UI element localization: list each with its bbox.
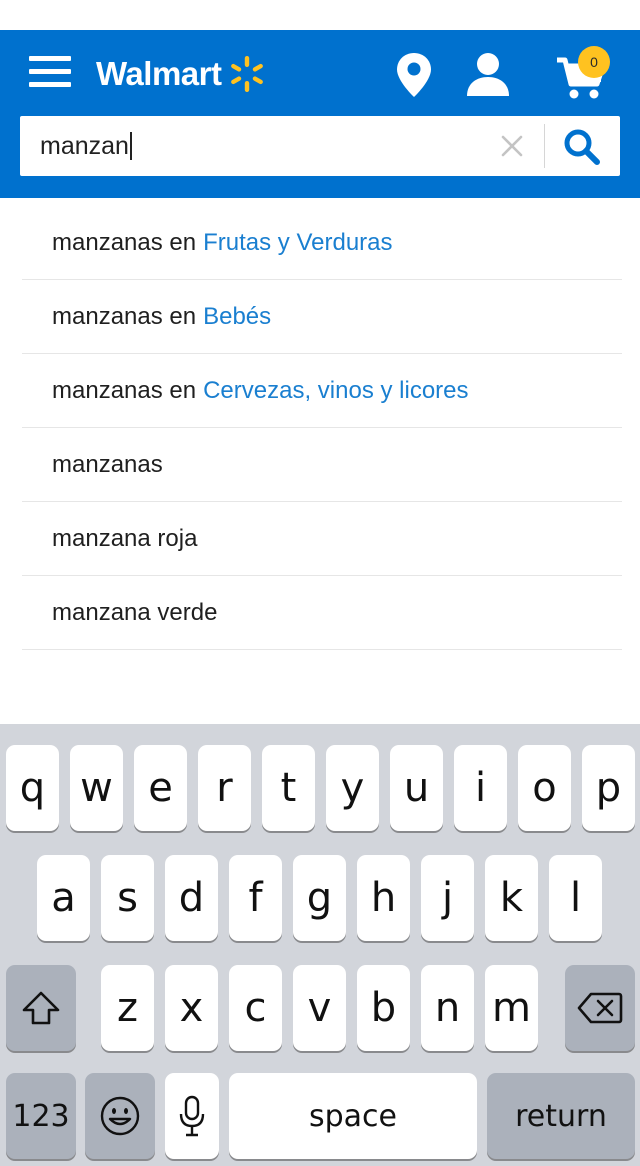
clear-icon[interactable] xyxy=(500,134,524,158)
search-icon[interactable] xyxy=(563,128,601,166)
key-u[interactable]: u xyxy=(390,745,443,831)
key-t[interactable]: t xyxy=(262,745,315,831)
location-pin-icon[interactable] xyxy=(395,52,433,98)
suggestion-item[interactable]: manzanas en Frutas y Verduras xyxy=(22,206,622,280)
key-w[interactable]: w xyxy=(70,745,123,831)
keyboard: q w e r t y u i o p a s d f g h j k l z … xyxy=(0,724,640,1166)
key-x[interactable]: x xyxy=(165,965,218,1051)
backspace-icon xyxy=(577,992,623,1024)
numbers-key[interactable]: 123 xyxy=(6,1073,76,1159)
key-k[interactable]: k xyxy=(485,855,538,941)
header-bar: Walmart 0 manzan xyxy=(0,30,640,198)
key-h[interactable]: h xyxy=(357,855,410,941)
key-a[interactable]: a xyxy=(37,855,90,941)
suggestion-text: manzana roja xyxy=(52,524,198,552)
return-key[interactable]: return xyxy=(487,1073,635,1159)
menu-icon[interactable] xyxy=(29,56,71,88)
account-icon[interactable] xyxy=(466,52,510,96)
emoji-key[interactable] xyxy=(85,1073,155,1159)
suggestion-item[interactable]: manzana roja xyxy=(22,502,622,576)
suggestion-item[interactable]: manzanas xyxy=(22,428,622,502)
suggestion-item[interactable]: manzanas en Cervezas, vinos y licores xyxy=(22,354,622,428)
key-f[interactable]: f xyxy=(229,855,282,941)
suggestion-item[interactable]: manzanas en Bebés xyxy=(22,280,622,354)
suggestion-list: manzanas en Frutas y Verduras manzanas e… xyxy=(22,206,622,650)
key-d[interactable]: d xyxy=(165,855,218,941)
search-input-value: manzan xyxy=(40,132,129,160)
key-m[interactable]: m xyxy=(485,965,538,1051)
space-key[interactable]: space xyxy=(229,1073,477,1159)
emoji-icon xyxy=(100,1096,140,1136)
key-y[interactable]: y xyxy=(326,745,379,831)
suggestion-text: manzanas en xyxy=(52,302,197,330)
key-l[interactable]: l xyxy=(549,855,602,941)
key-p[interactable]: p xyxy=(582,745,635,831)
brand-name: Walmart xyxy=(96,55,222,92)
search-input[interactable]: manzan xyxy=(40,116,500,176)
suggestion-category: Cervezas, vinos y licores xyxy=(203,376,469,404)
key-c[interactable]: c xyxy=(229,965,282,1051)
key-n[interactable]: n xyxy=(421,965,474,1051)
key-s[interactable]: s xyxy=(101,855,154,941)
cart-count-badge: 0 xyxy=(578,46,610,78)
search-divider xyxy=(544,124,545,168)
key-j[interactable]: j xyxy=(421,855,474,941)
suggestion-category: Bebés xyxy=(203,302,272,330)
text-caret xyxy=(129,132,132,160)
key-o[interactable]: o xyxy=(518,745,571,831)
return-key-label: return xyxy=(515,1098,607,1134)
suggestion-text: manzanas xyxy=(52,450,163,478)
suggestion-text: manzanas en xyxy=(52,228,197,256)
key-v[interactable]: v xyxy=(293,965,346,1051)
key-q[interactable]: q xyxy=(6,745,59,831)
suggestion-text: manzanas en xyxy=(52,376,197,404)
key-i[interactable]: i xyxy=(454,745,507,831)
key-b[interactable]: b xyxy=(357,965,410,1051)
suggestion-item[interactable]: manzana verde xyxy=(22,576,622,650)
brand-logo[interactable]: Walmart xyxy=(96,52,267,96)
search-box: manzan xyxy=(20,116,620,176)
space-key-label: space xyxy=(308,1098,397,1134)
suggestion-text: manzana verde xyxy=(52,598,218,626)
key-e[interactable]: e xyxy=(134,745,187,831)
microphone-icon xyxy=(179,1095,205,1137)
microphone-key[interactable] xyxy=(165,1073,219,1159)
suggestion-category: Frutas y Verduras xyxy=(203,228,393,256)
numbers-key-label: 123 xyxy=(12,1098,70,1134)
key-z[interactable]: z xyxy=(101,965,154,1051)
key-g[interactable]: g xyxy=(293,855,346,941)
key-r[interactable]: r xyxy=(198,745,251,831)
backspace-key[interactable] xyxy=(565,965,635,1051)
shift-key[interactable] xyxy=(6,965,76,1051)
spark-icon xyxy=(231,56,264,92)
shift-icon xyxy=(22,991,60,1025)
